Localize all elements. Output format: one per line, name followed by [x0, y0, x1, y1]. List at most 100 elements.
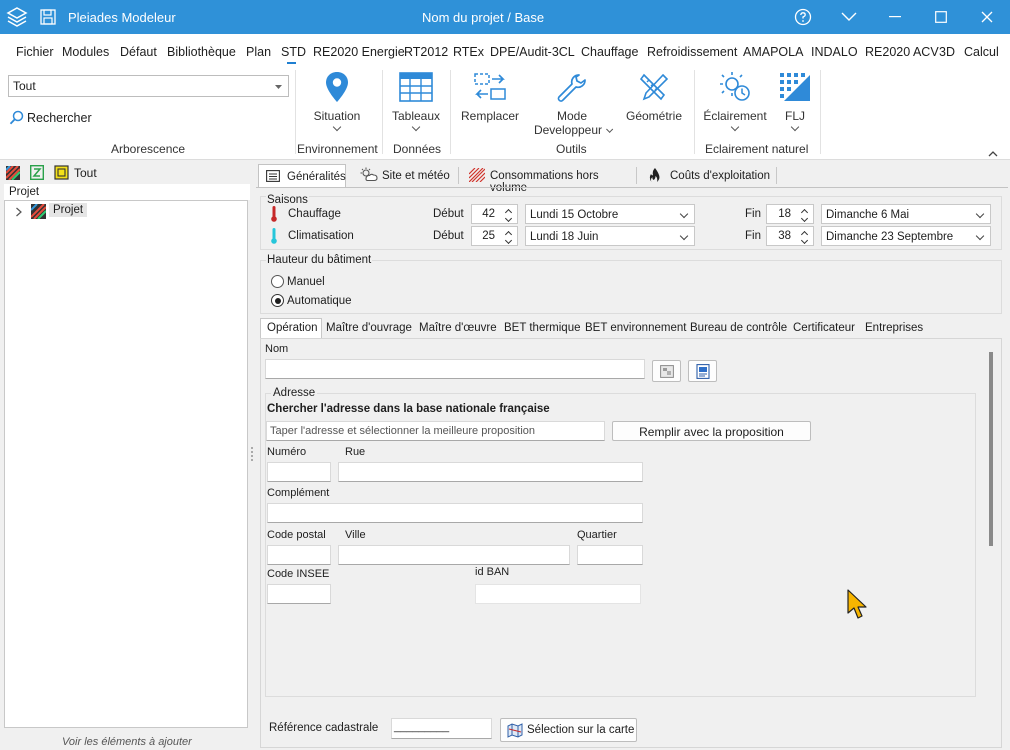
tab-generalites[interactable]: Généralités: [258, 164, 346, 187]
menu-indalo[interactable]: INDALO: [811, 45, 858, 59]
fill-proposition-button[interactable]: Remplir avec la proposition: [612, 421, 811, 441]
document-title: Nom du projet / Base: [422, 10, 545, 25]
tree-item-projet[interactable]: Projet: [5, 203, 247, 221]
splitter-handle[interactable]: [250, 446, 254, 462]
subtab-entreprises[interactable]: Entreprises: [865, 322, 923, 334]
fill-button-label: Remplir avec la proposition: [639, 425, 784, 439]
scrollbar-thumb[interactable]: [989, 352, 993, 546]
menu-re2020-acv[interactable]: RE2020 ACV: [865, 45, 939, 59]
search-button[interactable]: Rechercher: [27, 111, 92, 125]
menu-dpe-audit[interactable]: DPE/Audit-3CL: [490, 45, 575, 59]
group-label-outils: Outils: [556, 142, 587, 156]
situation-button[interactable]: Situation: [306, 70, 368, 132]
code-insee-field[interactable]: [267, 584, 331, 604]
quartier-field[interactable]: [577, 545, 643, 565]
radio-manuel[interactable]: [271, 275, 284, 288]
rue-field[interactable]: [338, 462, 643, 482]
filter-combobox[interactable]: Tout: [8, 75, 289, 97]
mode-developpeur-button[interactable]: Mode Developpeur: [530, 72, 614, 137]
geometrie-button[interactable]: Géométrie: [622, 72, 686, 123]
subtab-bureau-controle[interactable]: Bureau de contrôle: [690, 322, 787, 334]
tab-couts-exploitation[interactable]: Coûts d'exploitation: [644, 164, 774, 186]
multicolor-filter-icon[interactable]: [5, 165, 21, 181]
ribbon-separator: [450, 70, 451, 154]
climatisation-fin-date[interactable]: Dimanche 23 Septembre: [821, 226, 991, 246]
spin-down-icon[interactable]: [504, 236, 513, 245]
chevron-right-icon[interactable]: [15, 207, 23, 217]
chauffage-fin-date[interactable]: Dimanche 6 Mai: [821, 204, 991, 224]
ribbon-pin-icon[interactable]: [988, 146, 998, 157]
remplacer-button[interactable]: Remplacer: [458, 72, 522, 123]
climatisation-fin-week[interactable]: 38: [766, 226, 814, 246]
chauffage-debut-week[interactable]: 42: [471, 204, 518, 224]
nom-image-button[interactable]: [652, 360, 681, 382]
ribbon-collapse-icon[interactable]: [826, 0, 872, 34]
search-icon[interactable]: [9, 110, 24, 126]
menu-amapola[interactable]: AMAPOLA: [743, 45, 803, 59]
climatisation-debut-date[interactable]: Lundi 18 Juin: [525, 226, 695, 246]
eclairement-button[interactable]: Éclairement: [700, 70, 770, 132]
nom-field[interactable]: [265, 359, 645, 379]
flj-button[interactable]: FLJ: [776, 72, 814, 132]
menu-bibliotheque[interactable]: Bibliothèque: [167, 45, 236, 59]
chauffage-debut-date[interactable]: Lundi 15 Octobre: [525, 204, 695, 224]
menu-defaut[interactable]: Défaut: [120, 45, 157, 59]
menu-re2020-energie[interactable]: RE2020 Energie: [313, 45, 405, 59]
menu-std[interactable]: STD: [281, 45, 306, 59]
address-search-heading: Chercher l'adresse dans la base national…: [267, 403, 550, 415]
menu-3d[interactable]: 3D: [939, 45, 955, 59]
menu-chauffage[interactable]: Chauffage: [581, 45, 638, 59]
spin-value: 42: [482, 208, 495, 220]
map-selection-button[interactable]: Sélection sur la carte: [500, 718, 637, 742]
menu-refroidissement[interactable]: Refroidissement: [647, 45, 737, 59]
menu-calcul[interactable]: Calcul: [964, 45, 999, 59]
zone-filter-icon[interactable]: [29, 164, 45, 181]
menu-rtex[interactable]: RTEx: [453, 45, 484, 59]
menu-plan[interactable]: Plan: [246, 45, 271, 59]
replace-icon: [474, 73, 506, 100]
address-search-input[interactable]: Taper l'adresse et sélectionner la meill…: [266, 421, 605, 441]
spin-down-icon[interactable]: [504, 214, 513, 223]
subtab-maitre-ouvrage[interactable]: Maître d'ouvrage: [326, 322, 412, 334]
sun-clock-icon: [720, 72, 750, 101]
climatisation-debut-week[interactable]: 25: [471, 226, 518, 246]
radio-manuel-label[interactable]: Manuel: [287, 276, 325, 288]
numero-field[interactable]: [267, 462, 331, 482]
subtab-certificateur[interactable]: Certificateur: [793, 322, 855, 334]
numero-label: Numéro: [267, 446, 307, 458]
radio-automatique-label[interactable]: Automatique: [287, 295, 352, 307]
menu-rt2012[interactable]: RT2012: [404, 45, 448, 59]
tableaux-button[interactable]: Tableaux: [388, 72, 444, 132]
subtab-operation[interactable]: Opération: [260, 318, 322, 339]
ref-cadastrale-field[interactable]: _________: [391, 718, 492, 739]
developpeur-label: Developpeur: [530, 123, 614, 137]
chauffage-fin-week[interactable]: 18: [766, 204, 814, 224]
climatisation-debut-label: Début: [433, 230, 464, 242]
minimize-icon[interactable]: [872, 0, 918, 34]
save-icon[interactable]: [40, 9, 56, 25]
complement-field[interactable]: [267, 503, 643, 523]
maximize-icon[interactable]: [918, 0, 964, 34]
subtab-bet-thermique[interactable]: BET thermique: [504, 322, 581, 334]
subtab-bet-environnement[interactable]: BET environnement: [585, 322, 686, 334]
spin-down-icon[interactable]: [800, 236, 809, 245]
close-icon[interactable]: [964, 0, 1010, 34]
all-filter-icon[interactable]: [54, 165, 69, 180]
menu-fichier[interactable]: Fichier: [16, 45, 54, 59]
chevron-down-icon: [790, 122, 800, 132]
tab-consommations[interactable]: Consommations hors volume: [466, 164, 636, 194]
tree-footer-hint[interactable]: Voir les éléments à ajouter: [62, 736, 192, 748]
tab-site-meteo[interactable]: Site et météo: [358, 164, 458, 186]
code-postal-field[interactable]: [267, 545, 331, 565]
nom-load-button[interactable]: [688, 360, 717, 382]
subtab-maitre-oeuvre[interactable]: Maître d'œuvre: [419, 322, 497, 334]
menu-modules[interactable]: Modules: [62, 45, 109, 59]
help-icon[interactable]: [780, 0, 826, 34]
thermometer-hot-icon: [271, 206, 277, 222]
spin-down-icon[interactable]: [800, 214, 809, 223]
adresse-title: Adresse: [271, 387, 318, 399]
location-pin-icon: [326, 72, 348, 102]
chevron-down-icon: [975, 209, 985, 219]
ville-field[interactable]: [338, 545, 570, 565]
radio-automatique[interactable]: [271, 294, 284, 307]
